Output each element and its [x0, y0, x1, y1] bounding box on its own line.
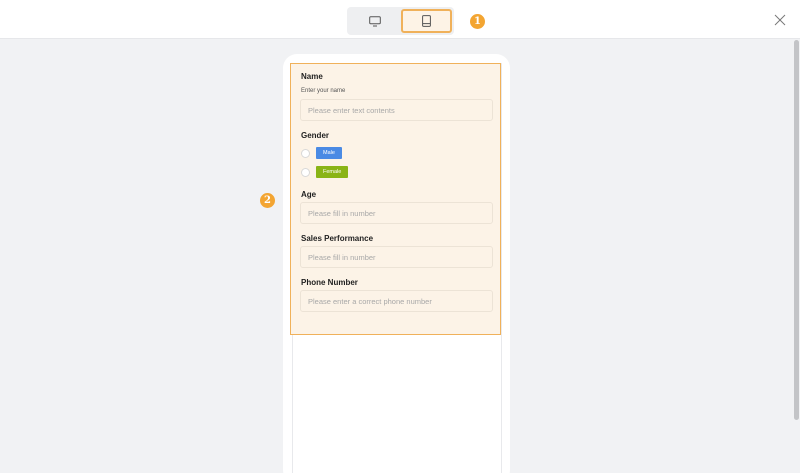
age-label: Age — [301, 190, 317, 199]
step-badge-1: 1 — [470, 14, 485, 29]
step-badge-2: 2 — [260, 193, 275, 208]
desktop-icon — [369, 15, 381, 26]
name-input[interactable]: Please enter text contents — [300, 99, 493, 121]
radio-male[interactable] — [301, 148, 310, 158]
device-toggle — [347, 7, 454, 35]
age-input[interactable]: Please fill in number — [300, 202, 493, 224]
sales-input[interactable]: Please fill in number — [300, 246, 493, 268]
close-icon[interactable] — [773, 13, 787, 27]
gender-label: Gender — [301, 131, 330, 140]
desktop-view-button[interactable] — [349, 7, 401, 35]
preview-toolbar: 1 — [0, 0, 800, 39]
phone-input[interactable]: Please enter a correct phone number — [300, 290, 493, 312]
phone-label: Phone Number — [301, 278, 358, 287]
female-tag: Female — [316, 166, 349, 178]
male-tag: Male — [316, 147, 342, 159]
form-preview[interactable]: Name Enter your name Please enter text c… — [290, 63, 501, 335]
mobile-icon — [422, 15, 431, 27]
gender-option-male[interactable]: Male — [301, 147, 342, 159]
gender-option-female[interactable]: Female — [301, 166, 349, 178]
radio-female[interactable] — [301, 167, 310, 177]
page-scrollbar[interactable] — [793, 40, 800, 473]
mobile-view-button[interactable] — [401, 9, 452, 33]
sales-label: Sales Performance — [301, 234, 374, 243]
name-label: Name — [301, 72, 323, 81]
name-description: Enter your name — [301, 88, 346, 94]
scrollbar-thumb[interactable] — [794, 40, 799, 420]
